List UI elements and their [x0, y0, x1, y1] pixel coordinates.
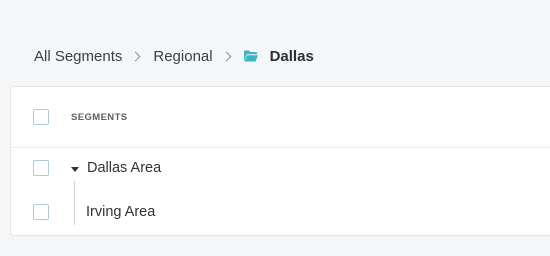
breadcrumb-regional[interactable]: Regional — [153, 48, 212, 65]
column-header-segments: SEGMENTS — [71, 112, 128, 123]
breadcrumb-all-segments[interactable]: All Segments — [34, 48, 122, 65]
row-checkbox-irving-area[interactable] — [33, 204, 49, 220]
caret-down-icon[interactable] — [71, 167, 79, 172]
chevron-right-icon — [221, 51, 232, 61]
table-row-label-dallas-area[interactable]: Dallas Area — [87, 160, 161, 176]
chevron-right-icon — [130, 51, 141, 61]
table-header: SEGMENTS — [11, 87, 550, 148]
breadcrumb: All Segments Regional Dallas — [34, 46, 314, 66]
segments-table: SEGMENTS Dallas Area Irving Area — [10, 86, 550, 236]
tree-connector-line — [74, 181, 75, 225]
folder-open-icon — [243, 50, 258, 62]
select-all-checkbox[interactable] — [33, 109, 49, 125]
breadcrumb-current: Dallas — [269, 47, 314, 65]
table-row-label-irving-area[interactable]: Irving Area — [86, 204, 155, 220]
row-checkbox-dallas-area[interactable] — [33, 160, 49, 176]
